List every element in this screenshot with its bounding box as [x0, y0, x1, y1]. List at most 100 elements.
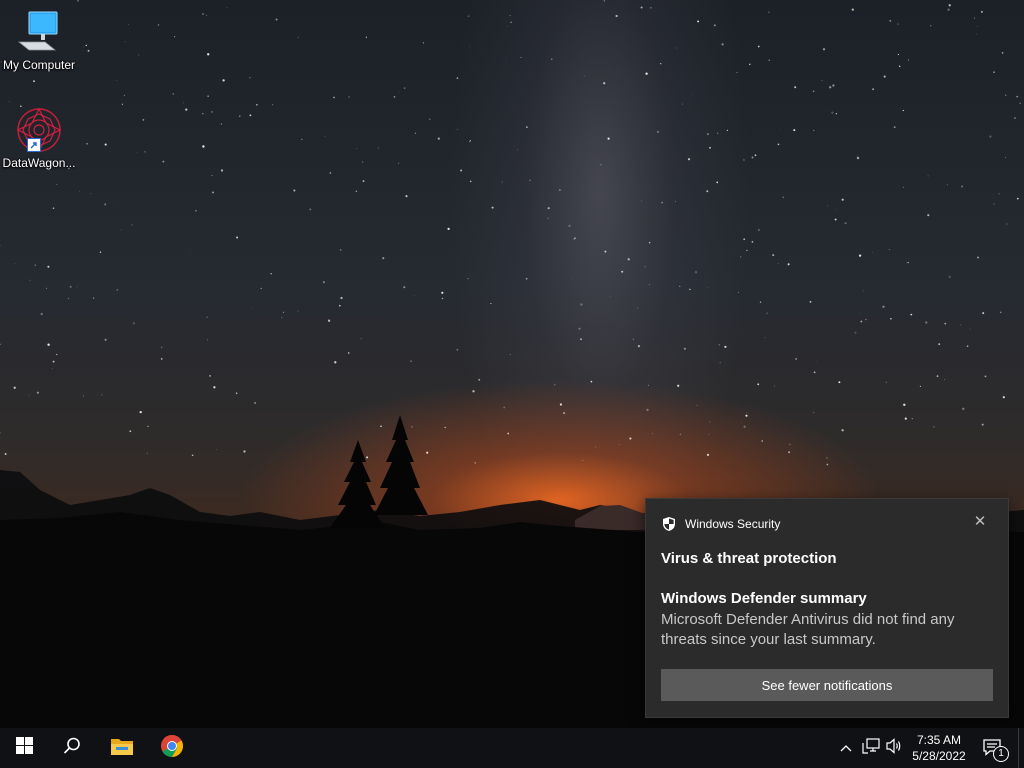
star: [136, 152, 138, 153]
star: [696, 405, 698, 406]
star: [789, 443, 791, 446]
star: [138, 54, 140, 56]
star: [821, 80, 823, 81]
star: [706, 453, 710, 456]
star: [679, 285, 681, 287]
star: [743, 238, 746, 241]
star: [925, 321, 928, 324]
star: [578, 327, 581, 330]
see-fewer-notifications-button[interactable]: See fewer notifications: [661, 669, 993, 701]
star: [472, 390, 475, 393]
file-explorer-button[interactable]: [98, 728, 146, 768]
star: [211, 174, 213, 176]
star: [813, 371, 816, 374]
star: [220, 123, 223, 125]
star: [52, 207, 55, 210]
star: [774, 385, 775, 387]
star: [547, 217, 550, 220]
show-desktop-button[interactable]: [1018, 728, 1024, 768]
star: [338, 304, 341, 307]
star: [47, 265, 50, 268]
star: [977, 256, 979, 259]
star: [637, 307, 639, 309]
star: [132, 322, 135, 325]
star: [104, 338, 107, 341]
star: [645, 72, 648, 75]
star: [907, 261, 909, 264]
star: [413, 294, 415, 296]
star: [766, 312, 769, 315]
star: [87, 49, 90, 52]
star: [547, 207, 550, 210]
star: [621, 270, 624, 273]
star: [33, 80, 35, 83]
star: [83, 46, 85, 48]
star: [832, 84, 835, 87]
volume-tray-button[interactable]: [884, 728, 906, 768]
star: [1001, 52, 1004, 54]
show-hidden-icons-button[interactable]: [836, 728, 856, 768]
close-icon[interactable]: ✕: [972, 514, 988, 530]
star: [366, 456, 369, 459]
star: [993, 203, 995, 205]
desktop-icon-label: My Computer: [2, 58, 76, 72]
star: [641, 200, 642, 202]
star: [76, 286, 78, 288]
star: [191, 454, 194, 457]
star: [249, 77, 251, 79]
star: [706, 133, 709, 136]
chrome-button[interactable]: [148, 728, 196, 768]
star: [517, 149, 518, 151]
security-notification-toast[interactable]: Windows Security ✕ Virus & threat protec…: [645, 498, 1009, 718]
star: [29, 279, 31, 281]
star: [1002, 396, 1005, 399]
star: [822, 48, 826, 51]
star: [826, 457, 828, 459]
star: [919, 385, 922, 387]
desktop-icon-datawagon[interactable]: DataWagon...: [1, 106, 77, 170]
action-center-button[interactable]: 1: [978, 728, 1009, 768]
file-explorer-icon: [110, 736, 134, 761]
star: [743, 425, 746, 428]
star: [694, 271, 698, 274]
star: [222, 79, 225, 82]
star: [195, 209, 197, 212]
star: [962, 407, 965, 410]
star: [104, 143, 107, 146]
star: [793, 129, 796, 132]
star: [568, 224, 571, 228]
star: [422, 42, 424, 44]
star: [944, 379, 945, 380]
star: [746, 412, 748, 413]
star: [683, 347, 686, 350]
star: [779, 129, 780, 130]
star: [426, 451, 429, 454]
star: [323, 281, 325, 283]
star: [468, 46, 470, 48]
toast-subheading: Windows Defender summary: [661, 590, 867, 607]
star: [210, 110, 214, 113]
star: [609, 295, 611, 297]
star: [377, 147, 380, 149]
network-icon: [862, 737, 880, 759]
star: [782, 196, 784, 198]
star: [339, 249, 342, 251]
taskbar: 7:35 AM 5/28/2022 1: [0, 728, 1024, 768]
start-button[interactable]: [0, 728, 48, 768]
taskbar-clock[interactable]: 7:35 AM 5/28/2022: [904, 732, 974, 764]
star: [174, 36, 176, 38]
desktop-icon-my-computer[interactable]: My Computer: [1, 8, 77, 72]
network-tray-button[interactable]: [860, 728, 882, 768]
star: [260, 287, 262, 290]
star: [976, 33, 978, 35]
star: [275, 18, 278, 21]
star: [757, 45, 760, 48]
star: [911, 418, 913, 420]
star: [86, 142, 88, 145]
star: [659, 62, 662, 65]
star: [969, 328, 971, 330]
search-button[interactable]: [48, 728, 96, 768]
star: [334, 361, 337, 364]
star: [590, 380, 593, 383]
star: [467, 278, 469, 280]
